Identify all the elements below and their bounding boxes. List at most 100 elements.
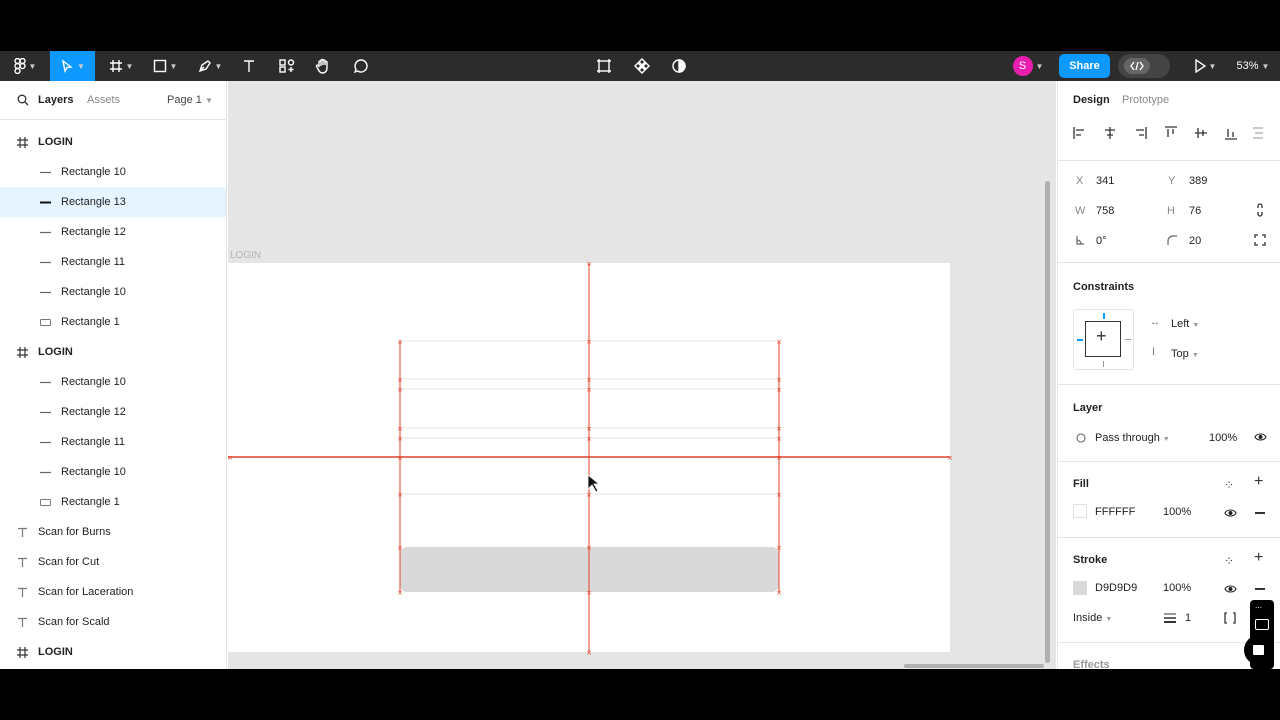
svg-text:×: × <box>397 338 403 346</box>
fill-color-swatch[interactable] <box>1073 504 1087 518</box>
layer-item[interactable]: Rectangle 10 <box>0 367 226 397</box>
main-menu-button[interactable]: ▼ <box>8 51 42 81</box>
dev-mode-toggle[interactable] <box>1118 54 1170 78</box>
layer-item[interactable]: Rectangle 12 <box>0 397 226 427</box>
layer-name: Rectangle 12 <box>61 406 126 418</box>
hand-tool-button[interactable] <box>312 51 334 81</box>
individual-strokes-icon[interactable] <box>1224 612 1236 624</box>
blend-mode-dropdown[interactable]: Pass through ▼ <box>1095 432 1170 444</box>
layer-item[interactable]: Rectangle 1 <box>0 307 226 337</box>
layer-item[interactable]: Rectangle 11 <box>0 247 226 277</box>
tab-prototype[interactable]: Prototype <box>1122 94 1169 106</box>
frame-tool-button[interactable]: ▼ <box>104 51 138 81</box>
vertical-scrollbar[interactable] <box>1045 181 1050 663</box>
layer-item[interactable]: Rectangle 10 <box>0 277 226 307</box>
tab-assets[interactable]: Assets <box>87 94 120 106</box>
corner-radius-input[interactable]: 20 <box>1189 235 1201 247</box>
layer-item[interactable]: Scan for Laceration <box>0 577 226 607</box>
stroke-hex-input[interactable]: D9D9D9 <box>1095 582 1137 594</box>
align-bottom-icon[interactable] <box>1225 129 1237 140</box>
constraint-top-bar[interactable] <box>1103 313 1105 319</box>
text-tool-button[interactable] <box>238 51 260 81</box>
horizontal-scrollbar[interactable] <box>904 664 1044 668</box>
zoom-dropdown[interactable]: 53% ▼ <box>1230 51 1276 81</box>
layer-item[interactable]: Rectangle 10 <box>0 457 226 487</box>
independent-corners-icon[interactable] <box>1254 234 1266 246</box>
more-dots-icon[interactable]: ⋯ <box>1255 604 1262 612</box>
x-input[interactable]: 341 <box>1096 175 1114 187</box>
create-component-button[interactable] <box>631 51 653 81</box>
align-left-icon[interactable] <box>1073 127 1084 139</box>
layer-item[interactable]: LOGIN <box>0 637 226 667</box>
svg-text:×: × <box>397 544 403 552</box>
layer-item[interactable]: Scan for Cut <box>0 547 226 577</box>
layer-item[interactable]: Rectangle 10 <box>0 157 226 187</box>
resources-tool-button[interactable] <box>276 51 298 81</box>
width-input[interactable]: 758 <box>1096 205 1114 217</box>
align-vertical-center-icon[interactable] <box>1195 128 1207 138</box>
constraint-left-bar[interactable] <box>1077 339 1083 341</box>
shape-tool-button[interactable]: ▼ <box>148 51 182 81</box>
layer-item[interactable]: Scan for Scald <box>0 607 226 637</box>
layer-item[interactable]: LOGIN <box>0 127 226 157</box>
stroke-position-dropdown[interactable]: Inside ▼ <box>1073 612 1112 624</box>
layer-name: Rectangle 10 <box>61 286 126 298</box>
layer-item[interactable]: Rectangle 11 <box>0 427 226 457</box>
mask-button[interactable] <box>668 51 690 81</box>
svg-text:×: × <box>776 386 782 394</box>
constraint-bottom-bar[interactable] <box>1103 361 1104 367</box>
canvas[interactable]: LOGIN × × × × × × × × × × × × × × × × × … <box>228 81 1056 669</box>
add-fill-plus-icon[interactable]: + <box>1254 473 1263 491</box>
constraint-right-bar[interactable] <box>1125 339 1131 340</box>
rotation-input[interactable]: 0° <box>1096 235 1107 247</box>
move-tool-button[interactable]: ▼ <box>50 51 95 81</box>
remove-stroke-minus-icon[interactable] <box>1255 588 1265 590</box>
vertical-constraint-dropdown[interactable]: Top ▼ <box>1171 348 1199 360</box>
fill-hex-input[interactable]: FFFFFF <box>1095 506 1135 518</box>
present-button[interactable]: ▼ <box>1188 51 1222 81</box>
stroke-opacity-input[interactable]: 100% <box>1163 582 1191 594</box>
share-button[interactable]: Share <box>1059 54 1110 78</box>
eye-icon[interactable] <box>1224 508 1237 518</box>
svg-text:×: × <box>397 435 403 443</box>
crop-frame-button[interactable] <box>593 51 615 81</box>
stroke-color-swatch[interactable] <box>1073 581 1087 595</box>
eye-icon[interactable] <box>1224 584 1237 594</box>
remove-fill-minus-icon[interactable] <box>1255 512 1265 514</box>
style-grid-icon[interactable]: ⁘ <box>1224 478 1234 492</box>
vertical-constraint-icon: I <box>1152 346 1156 358</box>
page-selector[interactable]: Page 1 ▼ <box>167 94 213 106</box>
distribute-icon[interactable] <box>1253 127 1263 139</box>
rectangle-icon <box>40 497 51 508</box>
comment-tool-button[interactable] <box>350 51 372 81</box>
layer-opacity-input[interactable]: 100% <box>1209 432 1237 444</box>
height-input[interactable]: 76 <box>1189 205 1201 217</box>
pen-tool-button[interactable]: ▼ <box>193 51 227 81</box>
constrain-proportions-icon[interactable] <box>1255 203 1265 217</box>
align-top-icon[interactable] <box>1165 126 1177 137</box>
layer-item[interactable]: LOGIN <box>0 337 226 367</box>
stroke-weight-input[interactable]: 1 <box>1185 612 1191 624</box>
recording-widget[interactable]: ⋯ <box>1244 600 1274 669</box>
eye-icon[interactable] <box>1254 432 1267 442</box>
add-stroke-plus-icon[interactable]: + <box>1254 549 1263 567</box>
tab-layers[interactable]: Layers <box>38 94 73 106</box>
video-button[interactable] <box>1244 635 1274 665</box>
fill-opacity-input[interactable]: 100% <box>1163 506 1191 518</box>
layer-item[interactable]: Scan for Burns <box>0 517 226 547</box>
constraints-widget[interactable]: + <box>1073 309 1134 370</box>
y-input[interactable]: 389 <box>1189 175 1207 187</box>
layer-item[interactable]: Rectangle 1 <box>0 487 226 517</box>
horizontal-constraint-dropdown[interactable]: Left ▼ <box>1171 318 1199 330</box>
align-right-icon[interactable] <box>1136 127 1147 139</box>
style-grid-icon[interactable]: ⁘ <box>1224 554 1234 568</box>
align-horizontal-center-icon[interactable] <box>1105 127 1115 139</box>
layer-item[interactable]: Rectangle 12 <box>0 217 226 247</box>
chevron-down-icon: ▼ <box>1191 352 1199 359</box>
layer-item[interactable]: Rectangle 13 <box>0 187 226 217</box>
tab-design[interactable]: Design <box>1073 94 1110 106</box>
multiplayer-avatar-button[interactable]: S ▼ <box>1008 51 1048 81</box>
stroke-position-value: Inside <box>1073 612 1103 624</box>
search-icon[interactable] <box>17 94 29 106</box>
camera-icon[interactable] <box>1255 619 1269 630</box>
